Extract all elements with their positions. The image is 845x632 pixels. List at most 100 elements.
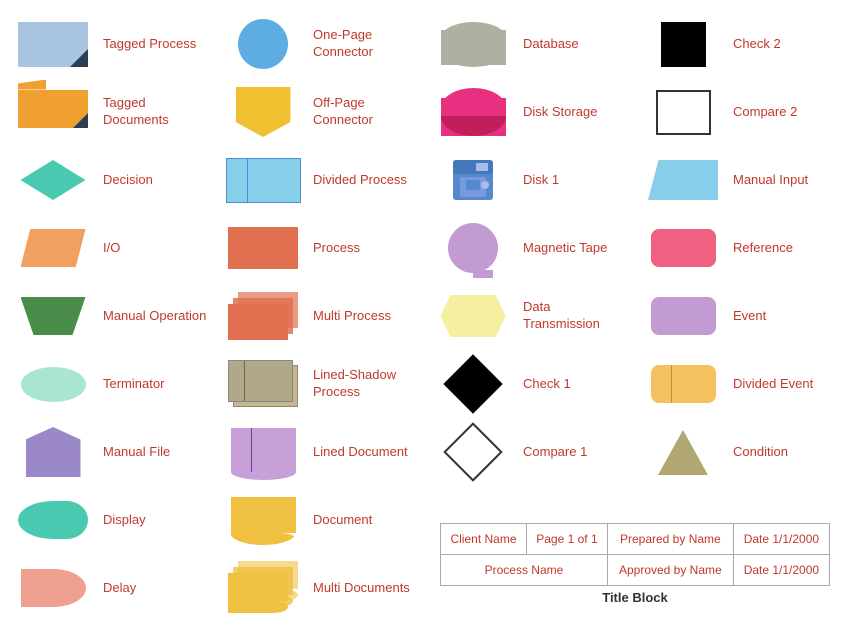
process-item: Process xyxy=(215,214,425,282)
off-page-connector-icon xyxy=(236,87,291,137)
check1-label: Check 1 xyxy=(523,376,571,393)
manual-file-icon xyxy=(26,427,81,477)
disk1-item: Disk 1 xyxy=(425,146,635,214)
database-item: Database xyxy=(425,10,635,78)
check2-item: Check 2 xyxy=(635,10,845,78)
check2-label: Check 2 xyxy=(733,36,781,53)
compare2-item: Compare 2 xyxy=(635,78,845,146)
manual-file-label: Manual File xyxy=(103,444,170,461)
decision-icon xyxy=(21,160,86,200)
data-transmission-item: Data Transmission xyxy=(425,282,635,350)
reference-icon xyxy=(651,229,716,267)
multi-documents-icon xyxy=(228,561,298,616)
event-shape xyxy=(643,297,723,335)
manual-input-item: Manual Input xyxy=(635,146,845,214)
disk1-shape xyxy=(433,155,513,205)
io-label: I/O xyxy=(103,240,120,257)
tagged-process-shape xyxy=(13,22,93,67)
lined-shadow-process-shape xyxy=(223,360,303,408)
manual-file-shape xyxy=(13,427,93,477)
divided-event-label: Divided Event xyxy=(733,376,813,393)
tagged-process-label: Tagged Process xyxy=(103,36,196,53)
reference-label: Reference xyxy=(733,240,793,257)
lined-shadow-process-label: Lined-Shadow Process xyxy=(313,367,417,401)
divided-process-shape xyxy=(223,158,303,203)
process-name-cell: Process Name xyxy=(441,555,608,586)
manual-operation-label: Manual Operation xyxy=(103,308,206,325)
tagged-documents-shape xyxy=(13,90,93,135)
page-cell: Page 1 of 1 xyxy=(526,524,607,555)
magnetic-tape-shape xyxy=(433,223,513,273)
compare1-label: Compare 1 xyxy=(523,444,587,461)
lined-document-label: Lined Document xyxy=(313,444,408,461)
terminator-icon xyxy=(21,367,86,402)
magnetic-tape-item: Magnetic Tape xyxy=(425,214,635,282)
manual-input-icon xyxy=(648,160,718,200)
process-shape xyxy=(223,227,303,269)
document-label: Document xyxy=(313,512,372,529)
off-page-connector-label: Off-Page Connector xyxy=(313,95,417,129)
data-transmission-shape xyxy=(433,295,513,337)
database-shape xyxy=(433,22,513,67)
one-page-connector-label: One-Page Connector xyxy=(313,27,417,61)
approved-by-cell: Approved by Name xyxy=(607,555,733,586)
title-row-1: Client Name Page 1 of 1 Prepared by Name… xyxy=(441,524,830,555)
date1-cell: Date 1/1/2000 xyxy=(733,524,829,555)
one-page-connector-shape xyxy=(223,19,303,69)
lined-document-shape xyxy=(223,428,303,476)
process-icon xyxy=(228,227,298,269)
compare1-shape xyxy=(433,431,513,473)
magnetic-tape-label: Magnetic Tape xyxy=(523,240,607,257)
check1-shape xyxy=(433,363,513,405)
condition-item: Condition xyxy=(635,418,845,486)
tagged-process-icon xyxy=(18,22,88,67)
terminator-item: Terminator xyxy=(5,350,215,418)
display-icon xyxy=(18,501,88,539)
delay-item: Delay xyxy=(5,554,215,622)
document-icon xyxy=(231,497,296,543)
compare2-icon xyxy=(656,90,711,135)
terminator-shape xyxy=(13,367,93,402)
prepared-by-cell: Prepared by Name xyxy=(607,524,733,555)
display-item: Display xyxy=(5,486,215,554)
delay-shape xyxy=(13,569,93,607)
disk1-icon xyxy=(448,155,498,205)
title-block-section: Client Name Page 1 of 1 Prepared by Name… xyxy=(440,523,830,605)
title-block-footer: Title Block xyxy=(440,590,830,605)
divided-event-shape xyxy=(643,365,723,403)
compare2-shape xyxy=(643,90,723,135)
document-item: Document xyxy=(215,486,425,554)
multi-documents-label: Multi Documents xyxy=(313,580,410,597)
divided-process-icon xyxy=(226,158,301,203)
database-label: Database xyxy=(523,36,579,53)
io-shape xyxy=(13,229,93,267)
title-table: Client Name Page 1 of 1 Prepared by Name… xyxy=(440,523,830,586)
divided-event-item: Divided Event xyxy=(635,350,845,418)
check2-icon xyxy=(661,22,706,67)
manual-operation-icon xyxy=(21,297,86,335)
compare1-item: Compare 1 xyxy=(425,418,635,486)
io-icon xyxy=(21,229,86,267)
decision-shape xyxy=(13,160,93,200)
one-page-connector-icon xyxy=(238,19,288,69)
database-icon xyxy=(441,22,506,67)
condition-shape xyxy=(643,425,723,480)
process-label: Process xyxy=(313,240,360,257)
condition-icon xyxy=(653,425,713,480)
multi-process-shape xyxy=(223,292,303,340)
delay-label: Delay xyxy=(103,580,136,597)
manual-file-item: Manual File xyxy=(5,418,215,486)
data-transmission-icon xyxy=(441,295,506,337)
condition-svg xyxy=(653,425,713,480)
manual-input-shape xyxy=(643,160,723,200)
check1-item: Check 1 xyxy=(425,350,635,418)
multi-documents-item: Multi Documents xyxy=(215,554,425,622)
lined-document-item: Lined Document xyxy=(215,418,425,486)
event-label: Event xyxy=(733,308,766,325)
magnetic-tape-icon xyxy=(448,223,498,273)
tagged-documents-icon xyxy=(18,90,88,135)
document-shape xyxy=(223,497,303,543)
lined-document-icon xyxy=(231,428,296,476)
data-transmission-label: Data Transmission xyxy=(523,299,627,333)
off-page-connector-item: Off-Page Connector xyxy=(215,78,425,146)
